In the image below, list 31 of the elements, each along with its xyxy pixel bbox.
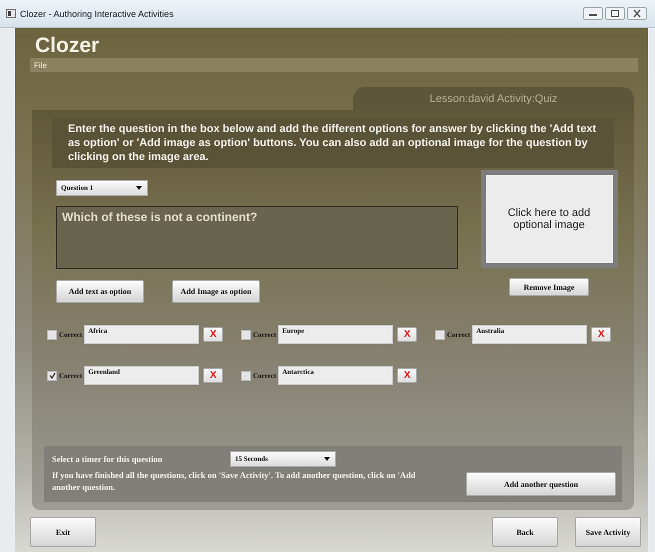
caret-icon xyxy=(324,457,330,461)
question-field[interactable]: Which of these is not a continent? xyxy=(56,206,458,269)
app-title: Clozer xyxy=(34,33,100,58)
maximize-icon[interactable] xyxy=(605,7,625,20)
remove-option-button[interactable]: X xyxy=(203,368,224,383)
save-button[interactable]: Save Activity xyxy=(575,517,641,547)
remove-option-button[interactable]: X xyxy=(397,368,418,383)
minimize-icon[interactable] xyxy=(583,7,603,20)
remove-option-button[interactable]: X xyxy=(203,327,224,342)
remove-option-button[interactable]: X xyxy=(591,327,612,342)
add-image-option-button[interactable]: Add Image as option xyxy=(172,280,260,303)
footer-note: If you have finished all the questions, click on 'Save Activity'. To add another question, click on 'Add another question. xyxy=(52,469,417,493)
app-icon xyxy=(6,9,16,18)
correct-checkbox[interactable] xyxy=(241,370,251,380)
window-title: Clozer - Authoring Interactive Activities xyxy=(20,8,175,18)
correct-checkbox[interactable] xyxy=(47,370,57,380)
check-icon xyxy=(48,372,56,379)
correct-checkbox[interactable] xyxy=(435,330,445,340)
image-area[interactable]: Click here to add optional image xyxy=(480,170,618,268)
remove-option-button[interactable]: X xyxy=(397,327,418,342)
caret-icon xyxy=(136,186,142,190)
instructions: Enter the question in the box below and add the different options for answer by clicking the 'Add text as option' or 'Add image as option' buttons. You can also add an optional image for the question by clicking on the image area. xyxy=(52,118,614,168)
add-question-button[interactable]: Add another question xyxy=(466,472,616,496)
close-icon[interactable] xyxy=(627,7,647,20)
back-button[interactable]: Back xyxy=(492,517,558,547)
exit-button[interactable]: Exit xyxy=(30,517,96,547)
timer-label: Select a timer for this question xyxy=(52,453,164,465)
remove-image-button[interactable]: Remove Image xyxy=(509,278,589,296)
add-text-option-button[interactable]: Add text as option xyxy=(56,280,144,303)
correct-checkbox[interactable] xyxy=(241,330,251,340)
correct-checkbox[interactable] xyxy=(47,330,57,340)
